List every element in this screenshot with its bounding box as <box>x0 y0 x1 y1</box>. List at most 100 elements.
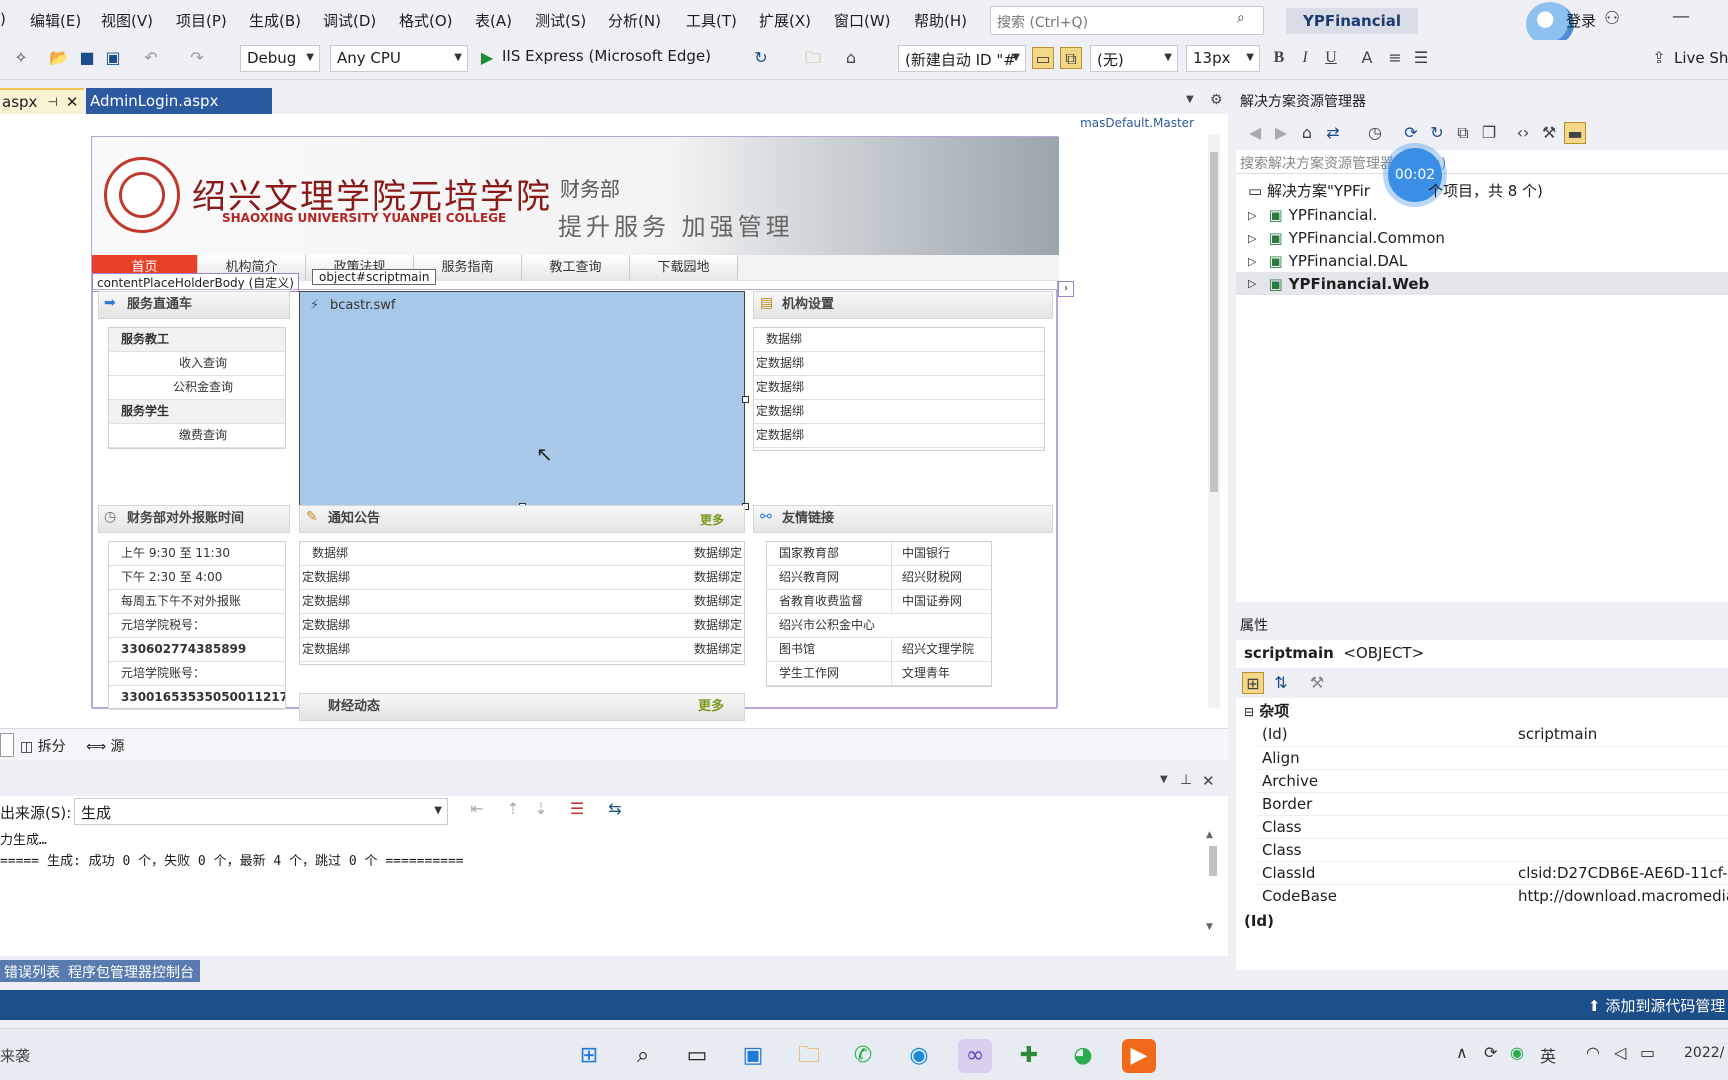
property-row[interactable]: Archive <box>1258 769 1728 792</box>
ime-indicator[interactable]: 英 <box>1540 1043 1556 1067</box>
link-item[interactable]: 中国银行 <box>891 542 950 565</box>
sync-icon[interactable]: ⟳ <box>1484 1043 1497 1062</box>
menu-window[interactable]: 窗口(W) <box>834 10 891 31</box>
tab-split[interactable]: ◫ 拆分 <box>20 736 66 756</box>
menu-tools[interactable]: 工具(T) <box>686 10 737 31</box>
font-color-icon[interactable]: A <box>1356 47 1378 69</box>
design-surface[interactable]: masDefault.Master 绍兴文理学院元培学院 SHAOXING UN… <box>0 114 1228 728</box>
file-explorer-icon[interactable]: 🗀 <box>792 1039 826 1073</box>
underline-button[interactable]: U <box>1320 47 1342 69</box>
home-icon[interactable]: ⌂ <box>840 47 862 69</box>
account-icon[interactable]: ⚇ <box>1604 8 1620 29</box>
expand-icon[interactable]: ▷ <box>1248 277 1256 290</box>
properties-object-selector[interactable]: scriptmain <OBJECT> <box>1244 644 1424 662</box>
menu-edit[interactable]: 编辑(E) <box>30 10 81 31</box>
align-icon[interactable]: ≡ <box>1384 47 1406 69</box>
tray-chevron-icon[interactable]: ∧ <box>1456 1043 1468 1062</box>
collapse-icon[interactable]: ⧉ <box>1452 122 1474 144</box>
alphabetical-icon[interactable]: ⇅ <box>1270 672 1292 694</box>
category-misc[interactable]: ⊟ 杂项 <box>1244 700 1289 721</box>
output-text[interactable]: 力生成… ===== 生成: 成功 0 个，失败 0 个，最新 4 个，跳过 0 … <box>0 830 1210 954</box>
gear-icon[interactable]: ⚙ <box>1210 92 1223 108</box>
menu-view[interactable]: 视图(V) <box>101 10 153 31</box>
find-icon[interactable]: ⇤ <box>466 798 488 820</box>
save-icon[interactable]: ■ <box>76 47 98 69</box>
clock-date[interactable]: 2022/ <box>1684 1045 1724 1061</box>
menu-test[interactable]: 测试(S) <box>535 10 586 31</box>
service-link-income[interactable]: 收入查询 <box>109 352 285 376</box>
sync-icon[interactable]: ⇄ <box>1322 122 1344 144</box>
search-input[interactable]: 搜索 (Ctrl+Q) ⌕ <box>990 6 1264 35</box>
save-all-icon[interactable]: ▣ <box>102 47 124 69</box>
menu-help[interactable]: 帮助(H) <box>914 10 967 31</box>
output-scrollbar[interactable]: ▲ ▼ <box>1206 830 1220 940</box>
menu-build[interactable]: 生成(B) <box>249 10 301 31</box>
property-row[interactable]: (Id) scriptmain <box>1258 723 1728 746</box>
share-icon[interactable]: ⇪ <box>1648 47 1670 69</box>
edge-icon[interactable]: ◉ <box>902 1039 936 1073</box>
nav-staff-query[interactable]: 教工查询 <box>522 255 630 281</box>
property-row[interactable]: CodeBase http://download.macromedia <box>1258 884 1728 907</box>
property-row[interactable]: ClassId clsid:D27CDB6E-AE6D-11cf-9 <box>1258 861 1728 884</box>
refresh-icon[interactable]: ↻ <box>1426 122 1448 144</box>
forward-icon[interactable]: ▶ <box>1270 122 1292 144</box>
wechat-icon[interactable]: ✆ <box>846 1039 880 1073</box>
taskbar-news-text[interactable]: 来袭 <box>0 1045 30 1066</box>
link-item[interactable]: 图书馆 <box>779 642 815 656</box>
chrome-icon[interactable]: ◕ <box>1066 1039 1100 1073</box>
project-node-selected[interactable]: ▷ ▣ YPFinancial.Web <box>1236 272 1728 295</box>
notice-more-link[interactable]: 更多 <box>700 511 724 528</box>
menu-analyze[interactable]: 分析(N) <box>608 10 661 31</box>
home-icon[interactable]: ⌂ <box>1296 122 1318 144</box>
tab-source[interactable]: ⟺ 源 <box>86 736 125 756</box>
run-icon[interactable]: ▶ <box>476 47 498 69</box>
menu-format[interactable]: 格式(O) <box>399 10 453 31</box>
widgets-icon[interactable]: ▣ <box>736 1039 770 1073</box>
redo-icon[interactable]: ↷ <box>186 47 208 69</box>
prev-message-icon[interactable]: ⇡ <box>502 798 524 820</box>
style-select[interactable]: (无) ▼ <box>1090 45 1178 72</box>
property-value[interactable]: scriptmain <box>1518 723 1728 746</box>
dropdown-icon[interactable]: ▼ <box>1160 774 1168 785</box>
expand-icon[interactable]: ▷ <box>1248 209 1256 222</box>
security-icon[interactable]: ◉ <box>1510 1043 1524 1062</box>
tab-design[interactable] <box>0 733 14 757</box>
task-view-icon[interactable]: ▭ <box>680 1039 714 1073</box>
menu-extensions[interactable]: 扩展(X) <box>759 10 811 31</box>
org-row[interactable]: 定数据绑 <box>754 400 1044 424</box>
solution-node[interactable]: ▭ 解决方案"YPFir 个项目，共 8 个) <box>1248 180 1543 201</box>
property-row[interactable]: Class <box>1258 838 1728 861</box>
project-node[interactable]: ▷ ▣ YPFinancial.Common <box>1248 227 1445 249</box>
recorder-icon[interactable]: ▶ <box>1122 1039 1156 1073</box>
refresh-icon[interactable]: ↻ <box>750 47 772 69</box>
next-message-icon[interactable]: ⇣ <box>530 798 552 820</box>
search-icon[interactable]: ⌕ <box>626 1039 660 1073</box>
link-item[interactable]: 中国证券网 <box>891 590 962 613</box>
clear-all-icon[interactable]: ☰ <box>566 798 588 820</box>
new-id-select[interactable]: (新建自动 ID "# ▼ <box>898 45 1026 72</box>
new-project-icon[interactable]: ✧ <box>10 47 32 69</box>
org-row[interactable]: 定数据绑 <box>754 376 1044 400</box>
flash-object-scriptmain[interactable]: ⚡ bcastr.swf ↖ <box>299 291 749 510</box>
expand-icon[interactable]: ▷ <box>1248 232 1256 245</box>
close-icon[interactable]: ✕ <box>66 93 79 111</box>
minimize-icon[interactable]: — <box>1672 6 1690 27</box>
service-link-fund[interactable]: 公积金查询 <box>109 376 285 400</box>
link-item[interactable]: 绍兴市公积金中心 <box>779 618 875 632</box>
code-icon[interactable]: ‹› <box>1512 122 1534 144</box>
solution-search-input[interactable]: 搜索解决方案资源管理器(Ctrl+;) <box>1236 150 1728 174</box>
property-pages-icon[interactable]: ⚒ <box>1306 672 1328 694</box>
project-node[interactable]: ▷ ▣ YPFinancial.DAL <box>1248 250 1407 272</box>
wrench-icon[interactable]: ⚒ <box>1538 122 1560 144</box>
property-value[interactable]: clsid:D27CDB6E-AE6D-11cf-9 <box>1518 862 1728 885</box>
nav-downloads[interactable]: 下载园地 <box>630 255 738 281</box>
link-item[interactable]: 省教育收费监督 <box>779 594 863 608</box>
org-row[interactable]: 定数据绑 <box>754 424 1044 448</box>
undo-icon[interactable]: ↶ <box>140 47 162 69</box>
expand-icon[interactable]: ▷ <box>1248 255 1256 268</box>
notice-row[interactable]: 数据绑 数据绑定 <box>300 542 744 566</box>
tab-error-list[interactable]: 错误列表 <box>0 960 64 982</box>
notice-row[interactable]: 定数据绑 数据绑定 <box>300 614 744 638</box>
output-source-select[interactable]: 生成 ▼ <box>74 798 448 825</box>
font-size-select[interactable]: 13px ▼ <box>1186 45 1260 72</box>
